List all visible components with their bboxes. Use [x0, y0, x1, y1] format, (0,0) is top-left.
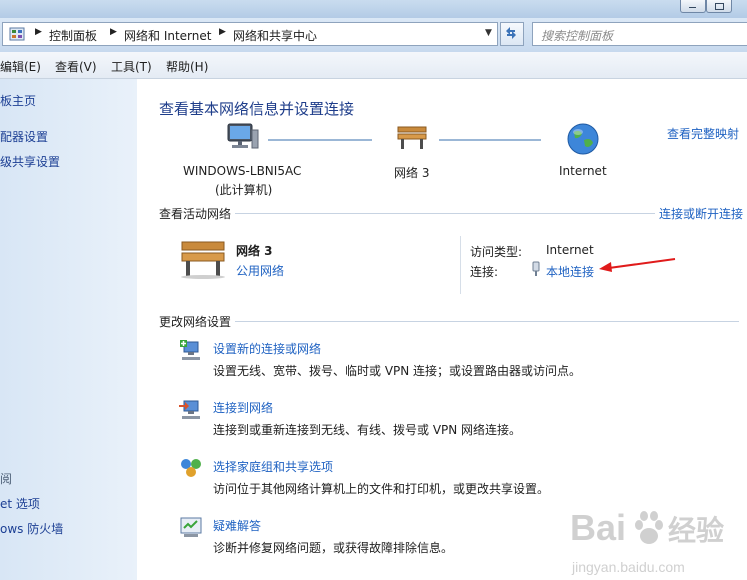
- crumb-control-panel[interactable]: 控制面板: [49, 27, 97, 44]
- page-title: 查看基本网络信息并设置连接: [159, 100, 355, 118]
- chevron-right-icon[interactable]: ▶: [219, 27, 226, 37]
- refresh-icon: [506, 27, 516, 39]
- control-panel-icon: [9, 27, 25, 41]
- map-network-label: 网络 3: [394, 166, 430, 180]
- map-internet-label: Internet: [559, 164, 607, 178]
- left-pane: 板主页 配器设置 级共享设置 阅 et 选项 ows 防火墙: [0, 79, 137, 580]
- vertical-divider: [460, 236, 461, 294]
- breadcrumb[interactable]: ▶ 控制面板 ▶ 网络和 Internet ▶ 网络和共享中心 ▼: [2, 22, 498, 46]
- menu-help[interactable]: 帮助(H): [166, 58, 208, 75]
- this-computer-label: (此计算机): [215, 183, 273, 197]
- red-arrow-annotation: [599, 258, 676, 272]
- address-bar: ▶ 控制面板 ▶ 网络和 Internet ▶ 网络和共享中心 ▼ 搜索控制面板: [0, 18, 747, 52]
- watermark-brand-cn: 经验: [668, 514, 724, 547]
- connect-to-network-link[interactable]: 连接到网络: [213, 399, 273, 416]
- network-type-link[interactable]: 公用网络: [236, 262, 284, 279]
- computer-icon[interactable]: [225, 122, 259, 152]
- search-input[interactable]: 搜索控制面板: [532, 22, 747, 46]
- minimize-button[interactable]: [680, 0, 706, 13]
- chevron-right-icon[interactable]: ▶: [35, 27, 42, 37]
- change-sharing-settings-link[interactable]: 级共享设置: [0, 153, 60, 170]
- bench-icon[interactable]: [396, 124, 430, 152]
- homegroup-sharing-link[interactable]: 选择家庭组和共享选项: [213, 458, 333, 475]
- crumb-network-sharing-center[interactable]: 网络和共享中心: [233, 27, 317, 44]
- troubleshoot-link[interactable]: 疑难解答: [213, 517, 261, 534]
- computer-name-label: WINDOWS-LBNI5AC: [183, 164, 302, 178]
- change-adapter-settings-link[interactable]: 配器设置: [0, 128, 48, 145]
- menu-bar: 编辑(E) 查看(V) 工具(T) 帮助(H): [0, 52, 747, 79]
- change-settings-heading: 更改网络设置: [159, 313, 236, 330]
- menu-tools[interactable]: 工具(T): [111, 58, 152, 75]
- see-full-map-link[interactable]: 查看完整映射: [667, 125, 739, 142]
- menu-edit[interactable]: 编辑(E): [0, 58, 41, 75]
- crumb-network-internet[interactable]: 网络和 Internet: [124, 27, 211, 44]
- active-networks-heading: 查看活动网络: [159, 205, 236, 222]
- setup-new-connection-link[interactable]: 设置新的连接或网络: [213, 340, 321, 357]
- map-connection-line: [268, 139, 372, 141]
- maximize-button[interactable]: [706, 0, 732, 13]
- watermark-url: jingyan.baidu.com: [571, 559, 685, 575]
- map-connection-line: [439, 139, 541, 141]
- see-also-heading: 阅: [0, 472, 13, 486]
- menu-view[interactable]: 查看(V): [55, 58, 97, 75]
- setup-new-connection-desc: 设置无线、宽带、拨号、临时或 VPN 连接；或设置路由器或访问点。: [213, 364, 582, 378]
- connect-network-icon: [179, 400, 200, 419]
- section-divider: [159, 321, 739, 322]
- windows-firewall-link[interactable]: ows 防火墙: [0, 520, 63, 537]
- connect-disconnect-link[interactable]: 连接或断开连接: [655, 205, 744, 222]
- troubleshoot-icon: [180, 517, 202, 537]
- bench-icon: [181, 241, 225, 279]
- refresh-button[interactable]: [500, 22, 524, 46]
- ethernet-plug-icon: [532, 261, 540, 276]
- watermark-brand-latin: Bai: [570, 507, 626, 548]
- homegroup-icon: [181, 459, 201, 477]
- chevron-right-icon[interactable]: ▶: [110, 27, 117, 37]
- control-panel-home-link[interactable]: 板主页: [0, 92, 36, 109]
- local-connection-link[interactable]: 本地连接: [546, 263, 594, 280]
- active-network-name: 网络 3: [236, 244, 273, 258]
- homegroup-sharing-desc: 访问位于其他网络计算机上的文件和打印机，或更改共享设置。: [213, 482, 550, 496]
- connection-label: 连接:: [470, 265, 499, 279]
- connect-to-network-desc: 连接到或重新连接到无线、有线、拨号或 VPN 网络连接。: [213, 423, 522, 437]
- baidu-jingyan-watermark: Bai 经验 jingyan.baidu.com: [570, 507, 724, 575]
- troubleshoot-desc: 诊断并修复网络问题，或获得故障排除信息。: [213, 541, 454, 555]
- access-type-value: Internet: [546, 243, 594, 257]
- new-connection-icon: [180, 340, 200, 360]
- internet-options-link[interactable]: et 选项: [0, 495, 40, 512]
- globe-icon[interactable]: [566, 122, 600, 156]
- section-divider: [159, 213, 739, 214]
- search-placeholder: 搜索控制面板: [541, 29, 614, 43]
- title-bar: [0, 0, 747, 18]
- chevron-down-icon[interactable]: ▼: [485, 28, 492, 38]
- access-type-label: 访问类型:: [470, 245, 523, 259]
